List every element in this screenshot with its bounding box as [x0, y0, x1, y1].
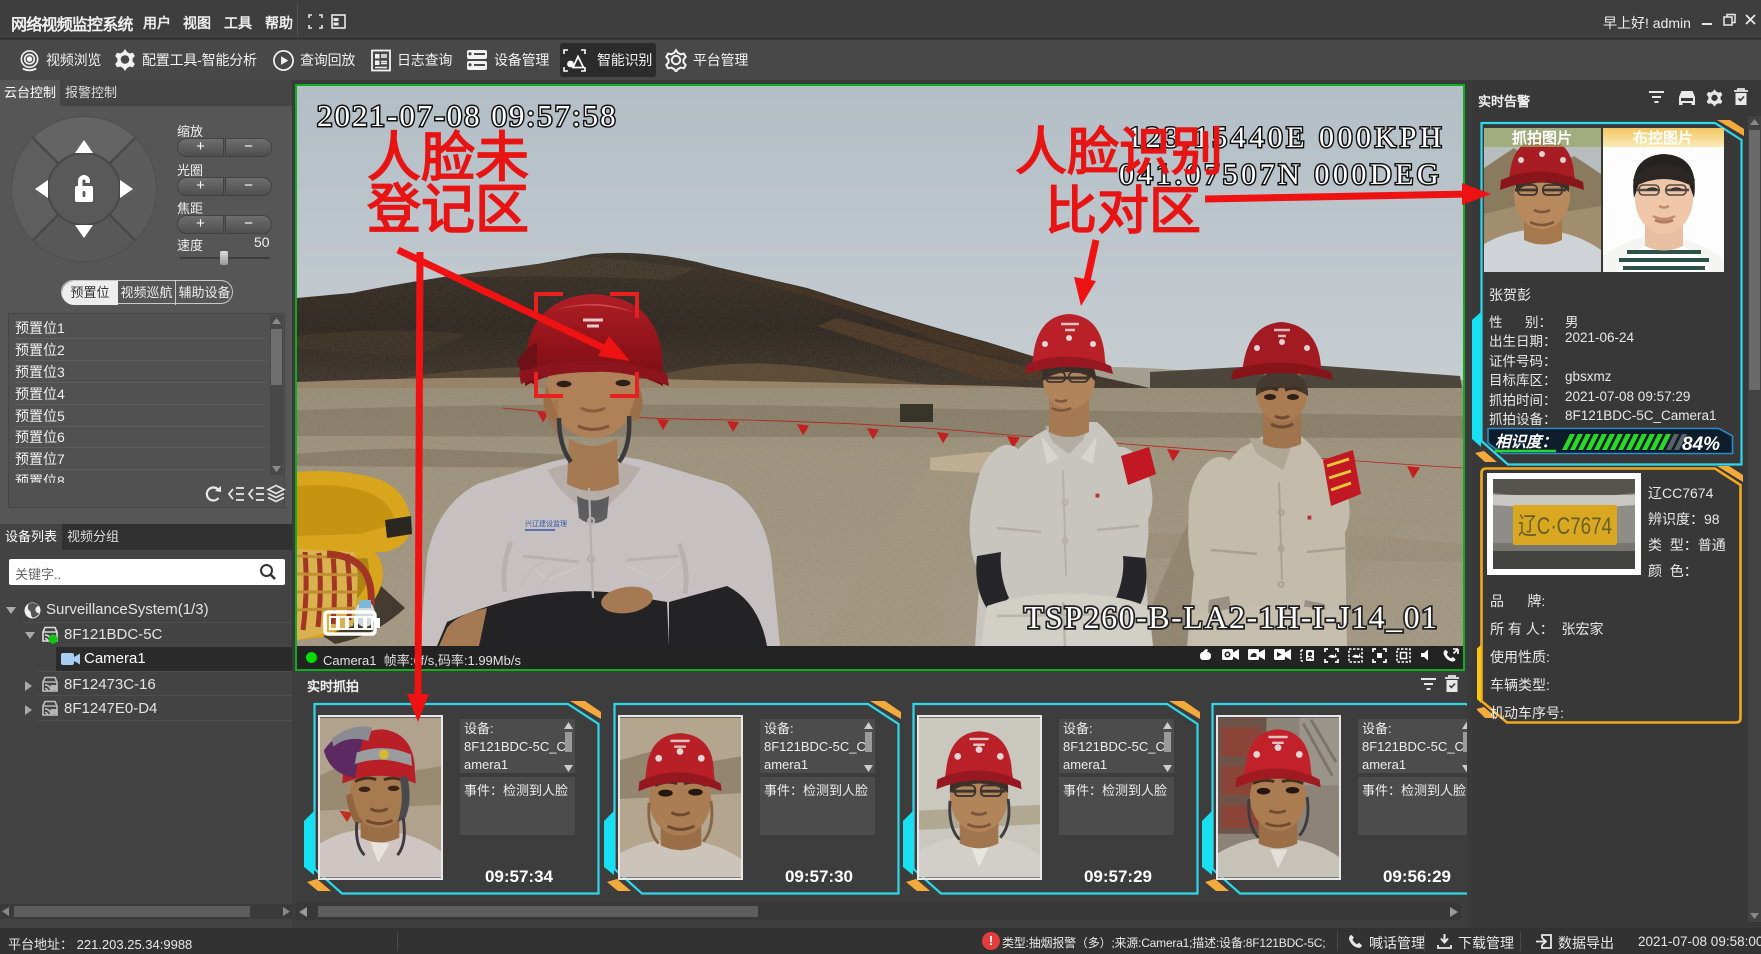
svg-text:布控图片: 布控图片: [1633, 129, 1693, 147]
svg-text:TSP260-B-LA2-1H-I-J14_01: TSP260-B-LA2-1H-I-J14_01: [1024, 599, 1439, 635]
svg-text:■: ■: [1095, 491, 1100, 500]
svg-text:84%: 84%: [1682, 434, 1720, 455]
svg-text:比对区: 比对区: [1045, 183, 1201, 241]
svg-text:抓拍图片: 抓拍图片: [1512, 129, 1572, 147]
svg-text:人脸识别: 人脸识别: [1015, 124, 1223, 182]
svg-text:登记区: 登记区: [366, 180, 529, 240]
svg-text:相识度：: 相识度：: [1495, 433, 1557, 451]
svg-text:辽C·C7674: 辽C·C7674: [1518, 513, 1612, 540]
svg-text:■: ■: [1307, 513, 1312, 522]
svg-text:兴辽建设监理: 兴辽建设监理: [525, 519, 567, 528]
svg-text:人脸未: 人脸未: [367, 128, 529, 188]
